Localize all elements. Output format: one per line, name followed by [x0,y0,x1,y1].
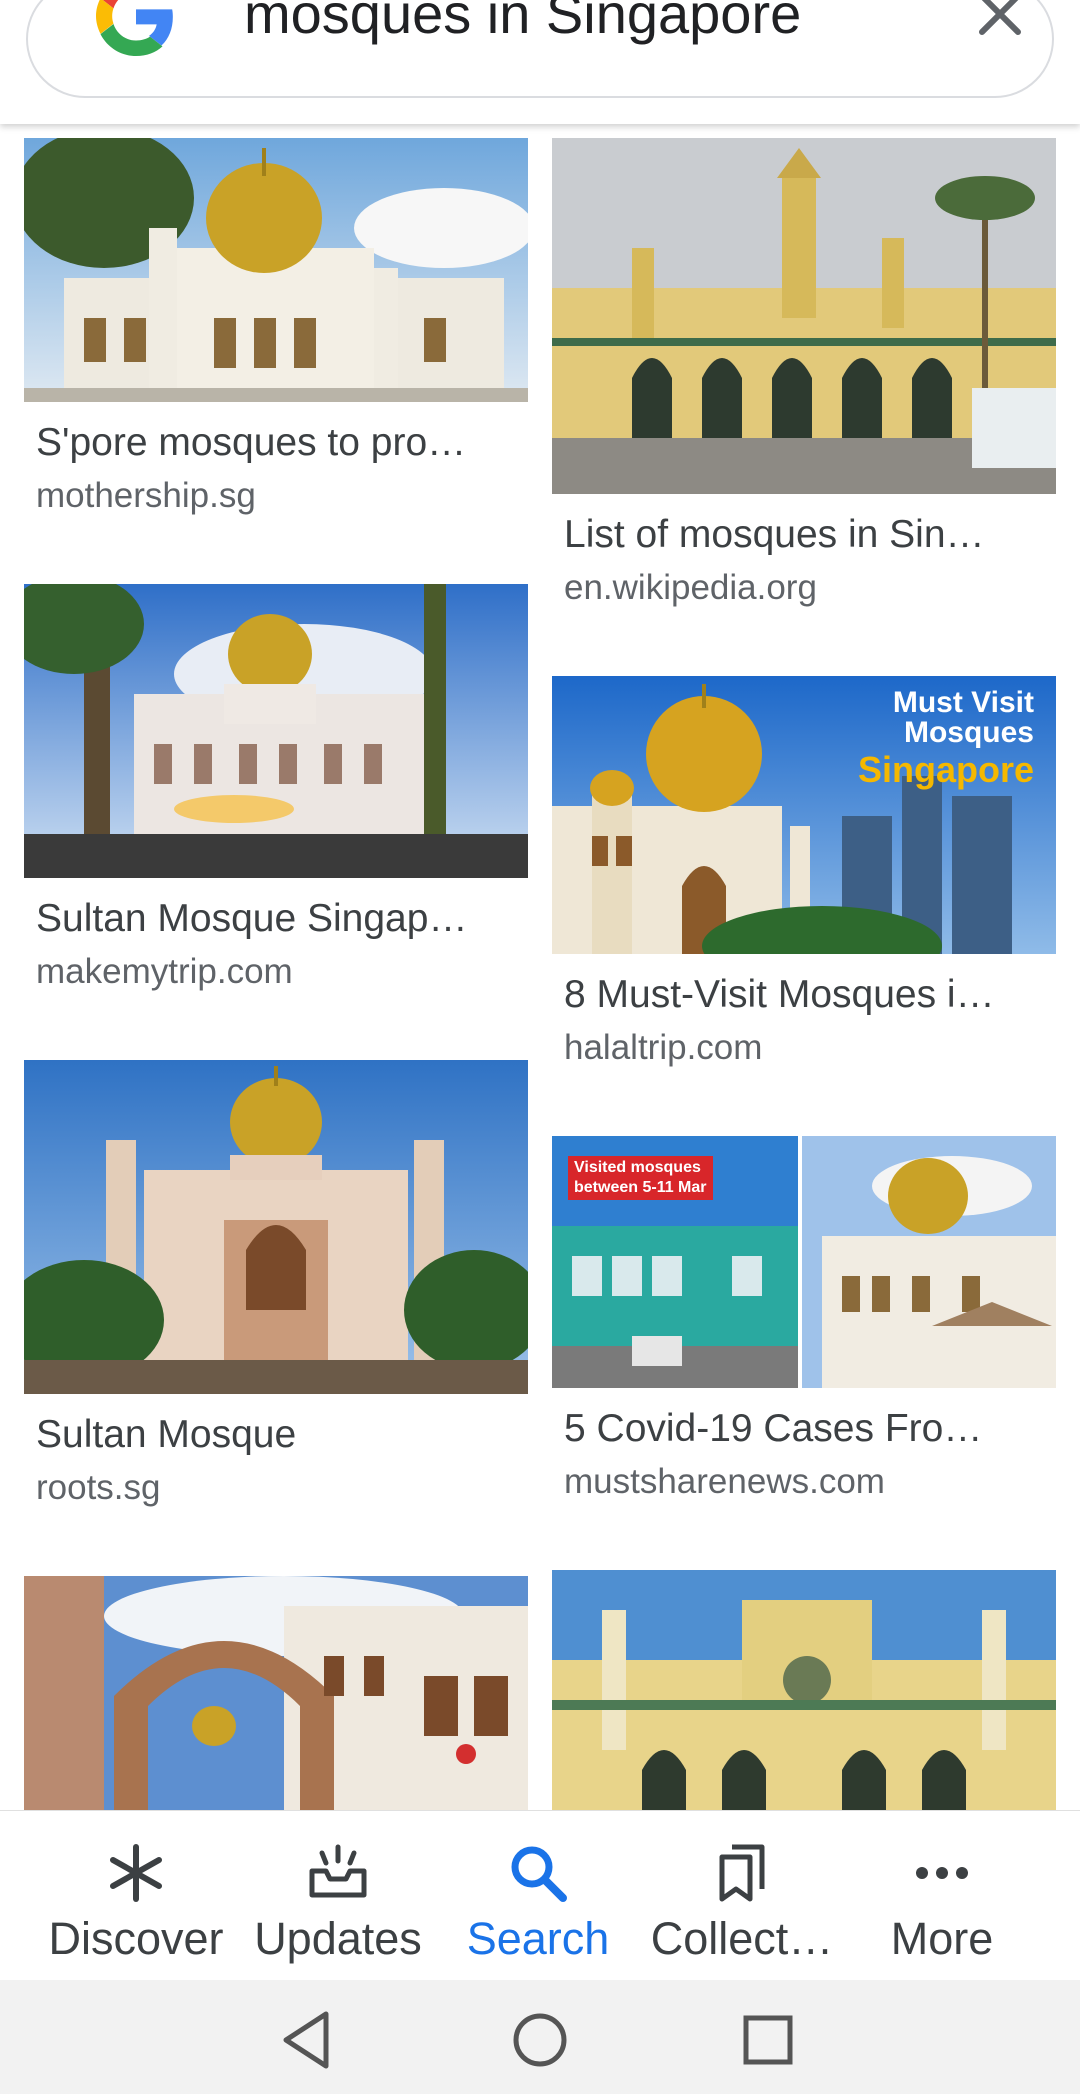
search-bar[interactable]: mosques in Singapore [26,0,1054,98]
image-result-card[interactable]: Visited mosques between 5-11 Mar 5 Covid… [552,1136,1056,1504]
overlay-line: Must Visit [892,686,1034,719]
close-icon[interactable] [968,0,1032,46]
result-title[interactable]: Sultan Mosque [36,1410,528,1460]
image-result-card[interactable]: Sultan Mosque Singap… makemytrip.com [24,584,528,994]
nav-label: Search [466,1913,610,1964]
result-source: roots.sg [36,1468,161,1507]
nav-label: Collect… [650,1913,834,1964]
result-title[interactable]: List of mosques in Sin… [564,510,1056,560]
result-source: en.wikipedia.org [564,568,817,607]
result-thumbnail[interactable] [552,138,1056,494]
updates-tray-icon [309,1844,367,1898]
result-title[interactable]: Sultan Mosque Singap… [36,894,528,944]
image-result-card[interactable]: Sultan Mosque roots.sg [24,1060,528,1510]
result-title[interactable]: 8 Must-Visit Mosques i… [564,970,1056,1020]
overlay-line: between 5-11 Mar [574,1179,707,1196]
asterisk-icon [110,1844,162,1902]
result-thumbnail[interactable] [552,1570,1056,1810]
result-source: halaltrip.com [564,1028,763,1067]
search-header: mosques in Singapore [0,0,1080,124]
image-result-card[interactable] [24,1576,528,1810]
bottom-navigation: Discover Updates Search Collect… More [0,1810,1080,1980]
result-thumbnail[interactable] [24,138,528,402]
result-title[interactable]: 5 Covid-19 Cases Fro… [564,1404,1056,1454]
nav-collections[interactable]: Collect… [634,1841,850,1967]
nav-label: Updates [254,1913,422,1964]
image-result-card[interactable]: S'pore mosques to pro… mothership.sg [24,138,528,518]
bookmarks-icon [719,1844,765,1902]
overlay-line: Singapore [857,749,1034,790]
result-thumbnail[interactable]: Must Visit Mosques Singapore [552,676,1056,954]
result-title[interactable]: S'pore mosques to pro… [36,418,528,468]
search-query[interactable]: mosques in Singapore [244,0,801,46]
result-thumbnail[interactable] [24,1060,528,1394]
nav-discover[interactable]: Discover [28,1841,244,1967]
nav-label: More [890,1913,994,1964]
nav-updates[interactable]: Updates [230,1841,446,1967]
google-logo-icon [96,0,173,56]
search-icon [511,1846,567,1902]
home-icon[interactable] [500,2000,580,2080]
more-dots-icon [916,1867,968,1879]
result-source: mustsharenews.com [564,1462,885,1501]
overlay-line: Visited mosques [574,1159,701,1176]
image-result-card[interactable]: List of mosques in Sin… en.wikipedia.org [552,138,1056,610]
result-thumbnail[interactable]: Visited mosques between 5-11 Mar [552,1136,1056,1388]
recents-icon[interactable] [728,2000,808,2080]
system-navigation-bar [0,1980,1080,2094]
nav-label: Discover [48,1913,224,1964]
overlay-line: Mosques [903,716,1034,749]
result-thumbnail[interactable] [24,1576,528,1810]
image-result-card[interactable]: Must Visit Mosques Singapore 8 Must-Visi… [552,676,1056,1070]
image-result-card[interactable] [552,1570,1056,1810]
result-source: makemytrip.com [36,952,293,991]
result-source: mothership.sg [36,476,256,515]
nav-more[interactable]: More [834,1841,1050,1967]
nav-search[interactable]: Search [430,1841,646,1967]
result-thumbnail[interactable] [24,584,528,878]
back-icon[interactable] [268,2000,348,2080]
